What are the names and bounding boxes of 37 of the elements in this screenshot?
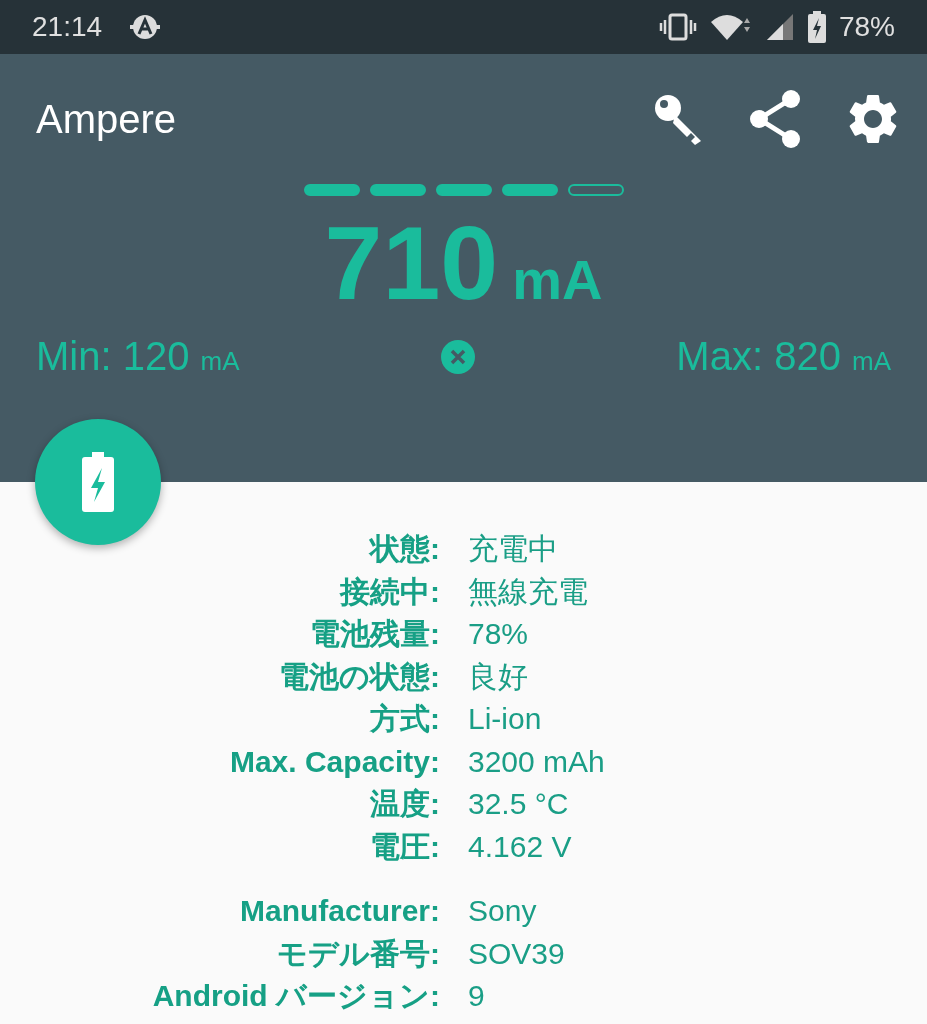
info-value: 32.5 °C bbox=[468, 786, 570, 822]
app-title: Ampere bbox=[36, 96, 177, 142]
info-value: Li-ion bbox=[468, 701, 543, 737]
info-label: 電池の状態: bbox=[278, 658, 440, 695]
info-label: 電池残量: bbox=[309, 616, 440, 652]
info-label: 温度: bbox=[369, 786, 440, 822]
info-label: 状態: bbox=[367, 531, 440, 567]
battery-charging-icon bbox=[806, 11, 827, 43]
reset-close-icon[interactable] bbox=[439, 338, 476, 375]
info-label: 電圧: bbox=[369, 828, 440, 865]
current-unit: mA bbox=[512, 247, 603, 312]
info-label: Android バージョン: bbox=[151, 978, 440, 1014]
status-time: 21:14 bbox=[32, 11, 103, 43]
max-reading: Max: 820 mA bbox=[676, 334, 891, 380]
battery-percent: 78% bbox=[838, 11, 895, 43]
info-value: 3200 mAh bbox=[468, 743, 606, 780]
min-reading: Min: 120 mA bbox=[36, 334, 240, 380]
vibrate-icon bbox=[658, 12, 697, 42]
info-label: Max. Capacity: bbox=[228, 743, 440, 780]
share-icon[interactable] bbox=[747, 89, 803, 149]
info-label: モデル番号: bbox=[276, 935, 440, 972]
info-value: 9 bbox=[468, 978, 486, 1014]
info-value: Sony bbox=[468, 893, 538, 929]
info-label: Manufacturer: bbox=[238, 893, 440, 929]
wifi-icon bbox=[708, 12, 753, 42]
info-value: 良好 bbox=[468, 658, 529, 695]
battery-fab[interactable] bbox=[35, 419, 161, 545]
info-value: 78% bbox=[468, 616, 530, 652]
info-value: SOV39 bbox=[468, 935, 566, 972]
info-value: 4.162 V bbox=[468, 828, 573, 865]
info-label: 方式: bbox=[369, 701, 440, 737]
info-value: 充電中 bbox=[468, 531, 559, 567]
info-label: 接続中: bbox=[338, 573, 440, 610]
auto-a-icon bbox=[128, 12, 163, 42]
info-value: 無線充電 bbox=[468, 573, 589, 610]
battery-charging-icon bbox=[82, 452, 114, 512]
current-value: 710 bbox=[324, 206, 499, 321]
